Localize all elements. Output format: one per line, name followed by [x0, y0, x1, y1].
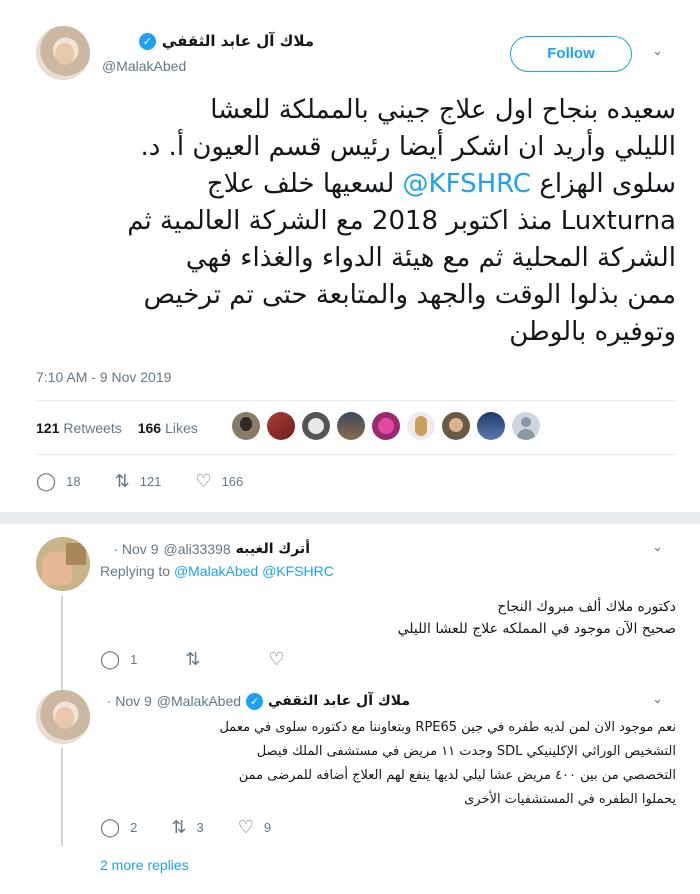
tweet-line: Luxturna منذ اكتوبر 2018 مع الشركة العال…: [127, 206, 676, 236]
verified-badge-icon: ✓: [138, 32, 156, 50]
thread-line: [61, 596, 63, 692]
author-display-name[interactable]: ملاك آل عابد الثقفي: [162, 32, 314, 50]
reply-body: دكتوره ملاك ألف مبروك النجاح صحيح الآن م…: [100, 596, 676, 640]
retweet-count: 3: [196, 819, 204, 835]
liker-avatar[interactable]: [232, 412, 260, 440]
verified-badge-icon: ✓: [246, 692, 264, 710]
reply-line: صحيح الآن موجود في المملكه علاج للعشا ال…: [397, 621, 676, 637]
retweets-count: 121: [36, 420, 60, 436]
tweet-line-part: لسعيها خلف علاج: [206, 169, 395, 199]
author-avatar[interactable]: [36, 26, 90, 80]
liker-avatar[interactable]: [477, 412, 505, 440]
reply-action[interactable]: ◯ 1: [100, 650, 137, 668]
retweet-icon: ⇅: [171, 817, 187, 837]
retweet-icon: ⇅: [114, 471, 130, 491]
reply-author-avatar[interactable]: [36, 537, 90, 591]
like-action[interactable]: ♡ 9: [238, 818, 271, 836]
reply-icon: ◯: [100, 817, 121, 837]
retweet-count: 121: [139, 473, 162, 489]
liker-avatar[interactable]: [372, 412, 400, 440]
retweet-icon: ⇅: [185, 649, 201, 669]
mention-link[interactable]: @KFSHRC: [403, 169, 532, 199]
like-action[interactable]: ♡: [268, 650, 294, 668]
replying-mentions[interactable]: @MalakAbed @KFSHRC: [174, 563, 334, 579]
tweet-line: وتوفيره بالوطن: [509, 317, 676, 347]
reply-line: التشخيص الوراثي الإكلينيكي SDL وجدت ١١ م…: [256, 744, 676, 759]
reply-count: 1: [130, 651, 138, 667]
liker-avatar[interactable]: [267, 412, 295, 440]
tweet-line-part: سلوى الهزاع: [539, 169, 676, 199]
liker-avatar[interactable]: [512, 412, 540, 440]
retweet-action[interactable]: ⇅ 121: [115, 472, 162, 490]
reply-handle[interactable]: @ali33398: [163, 541, 230, 557]
tweet-line: سلوى الهزاع @KFSHRC لسعيها خلف علاج: [36, 166, 676, 203]
reply-icon: ◯: [100, 649, 121, 669]
retweet-action[interactable]: ⇅: [185, 650, 210, 668]
liker-avatar[interactable]: [302, 412, 330, 440]
reply-date[interactable]: · Nov 9: [113, 541, 158, 557]
retweets-stat[interactable]: 121 Retweets: [36, 420, 122, 436]
chevron-down-icon[interactable]: ⌄: [652, 540, 663, 555]
reply-action[interactable]: ◯ 2: [100, 818, 137, 836]
tweet-line: الليلي وأريد ان اشكر أيضا رئيس قسم العيو…: [140, 132, 676, 162]
reply-handle[interactable]: @MalakAbed: [157, 693, 241, 709]
likes-label: Likes: [165, 420, 198, 436]
reply-display-name[interactable]: أترك الغيبه: [236, 541, 310, 557]
likes-count: 166: [137, 420, 162, 436]
reply-actions: ◯ 1 ⇅ ♡: [100, 650, 329, 668]
reply-count: 18: [66, 473, 81, 489]
reply-line: التخصصي من بين ٤٠٠ مريض عشا ليلي لديها ي…: [238, 768, 676, 783]
tweet-line: ممن بذلوا الوقت والجهد والمتابعة حتى تم …: [143, 280, 676, 310]
tweet-timestamp[interactable]: 7:10 AM - 9 Nov 2019: [36, 369, 171, 385]
liker-avatar[interactable]: [337, 412, 365, 440]
heart-icon: ♡: [237, 817, 254, 837]
like-action[interactable]: ♡ 166: [195, 472, 243, 490]
reply-author-avatar[interactable]: [36, 690, 90, 744]
reply-icon: ◯: [36, 471, 57, 491]
tweet-body: سعيده بنجاح اول علاج جيني بالمملكة للعشا…: [36, 92, 676, 351]
engagement-stats: 121 Retweets 166 Likes: [36, 410, 214, 446]
reply-action[interactable]: ◯ 18: [36, 472, 81, 490]
follow-button[interactable]: Follow: [510, 36, 632, 72]
chevron-down-icon[interactable]: ⌄: [652, 692, 663, 707]
replying-to: Replying to @MalakAbed @KFSHRC: [100, 563, 334, 579]
reply-body: نعم موجود الان لمن لديه طفره في جين RPE6…: [100, 716, 676, 812]
tweet-line: الشركة المحلية ثم مع هيئة الدواء والغذاء…: [185, 243, 676, 273]
reply-line: دكتوره ملاك ألف مبروك النجاح: [497, 599, 676, 615]
likes-stat[interactable]: 166 Likes: [138, 420, 198, 436]
thread-line: [61, 748, 63, 846]
divider: [36, 454, 676, 455]
reply-line: نعم موجود الان لمن لديه طفره في جين RPE6…: [219, 720, 676, 735]
section-separator: [0, 512, 700, 524]
divider: [36, 400, 676, 401]
tweet-line: سعيده بنجاح اول علاج جيني بالمملكة للعشا: [210, 95, 676, 125]
like-count: 166: [221, 473, 244, 489]
liker-avatar[interactable]: [407, 412, 435, 440]
reply-actions: ◯ 2 ⇅ 3 ♡ 9: [100, 818, 305, 836]
reply-header: · Nov 9 @MalakAbed ✓ ملاك آل عابد الثقفي: [107, 690, 410, 712]
reply-header: · Nov 9 @ali33398 أترك الغيبه: [113, 538, 310, 560]
like-count: 9: [263, 819, 272, 835]
more-replies-link[interactable]: 2 more replies: [100, 857, 189, 873]
main-tweet-header: @MalakAbed Follow ⌄: [36, 26, 676, 86]
liker-avatar[interactable]: [442, 412, 470, 440]
reply-date[interactable]: · Nov 9: [107, 693, 152, 709]
author-handle[interactable]: @MalakAbed: [102, 58, 186, 74]
main-tweet-actions: ◯ 18 ⇅ 121 ♡ 166: [36, 472, 277, 490]
reply-count: 2: [130, 819, 138, 835]
likers-avatars: [232, 412, 540, 444]
heart-icon: ♡: [268, 649, 285, 669]
replying-prefix: Replying to: [100, 563, 171, 579]
retweets-label: Retweets: [63, 420, 122, 436]
retweet-action[interactable]: ⇅ 3: [171, 818, 203, 836]
reply-line: يحملوا الطفره في المستشفيات الأخرى: [464, 792, 676, 807]
heart-icon: ♡: [195, 471, 212, 491]
chevron-down-icon[interactable]: ⌄: [652, 44, 663, 59]
reply-display-name[interactable]: ملاك آل عابد الثقفي: [268, 693, 410, 709]
